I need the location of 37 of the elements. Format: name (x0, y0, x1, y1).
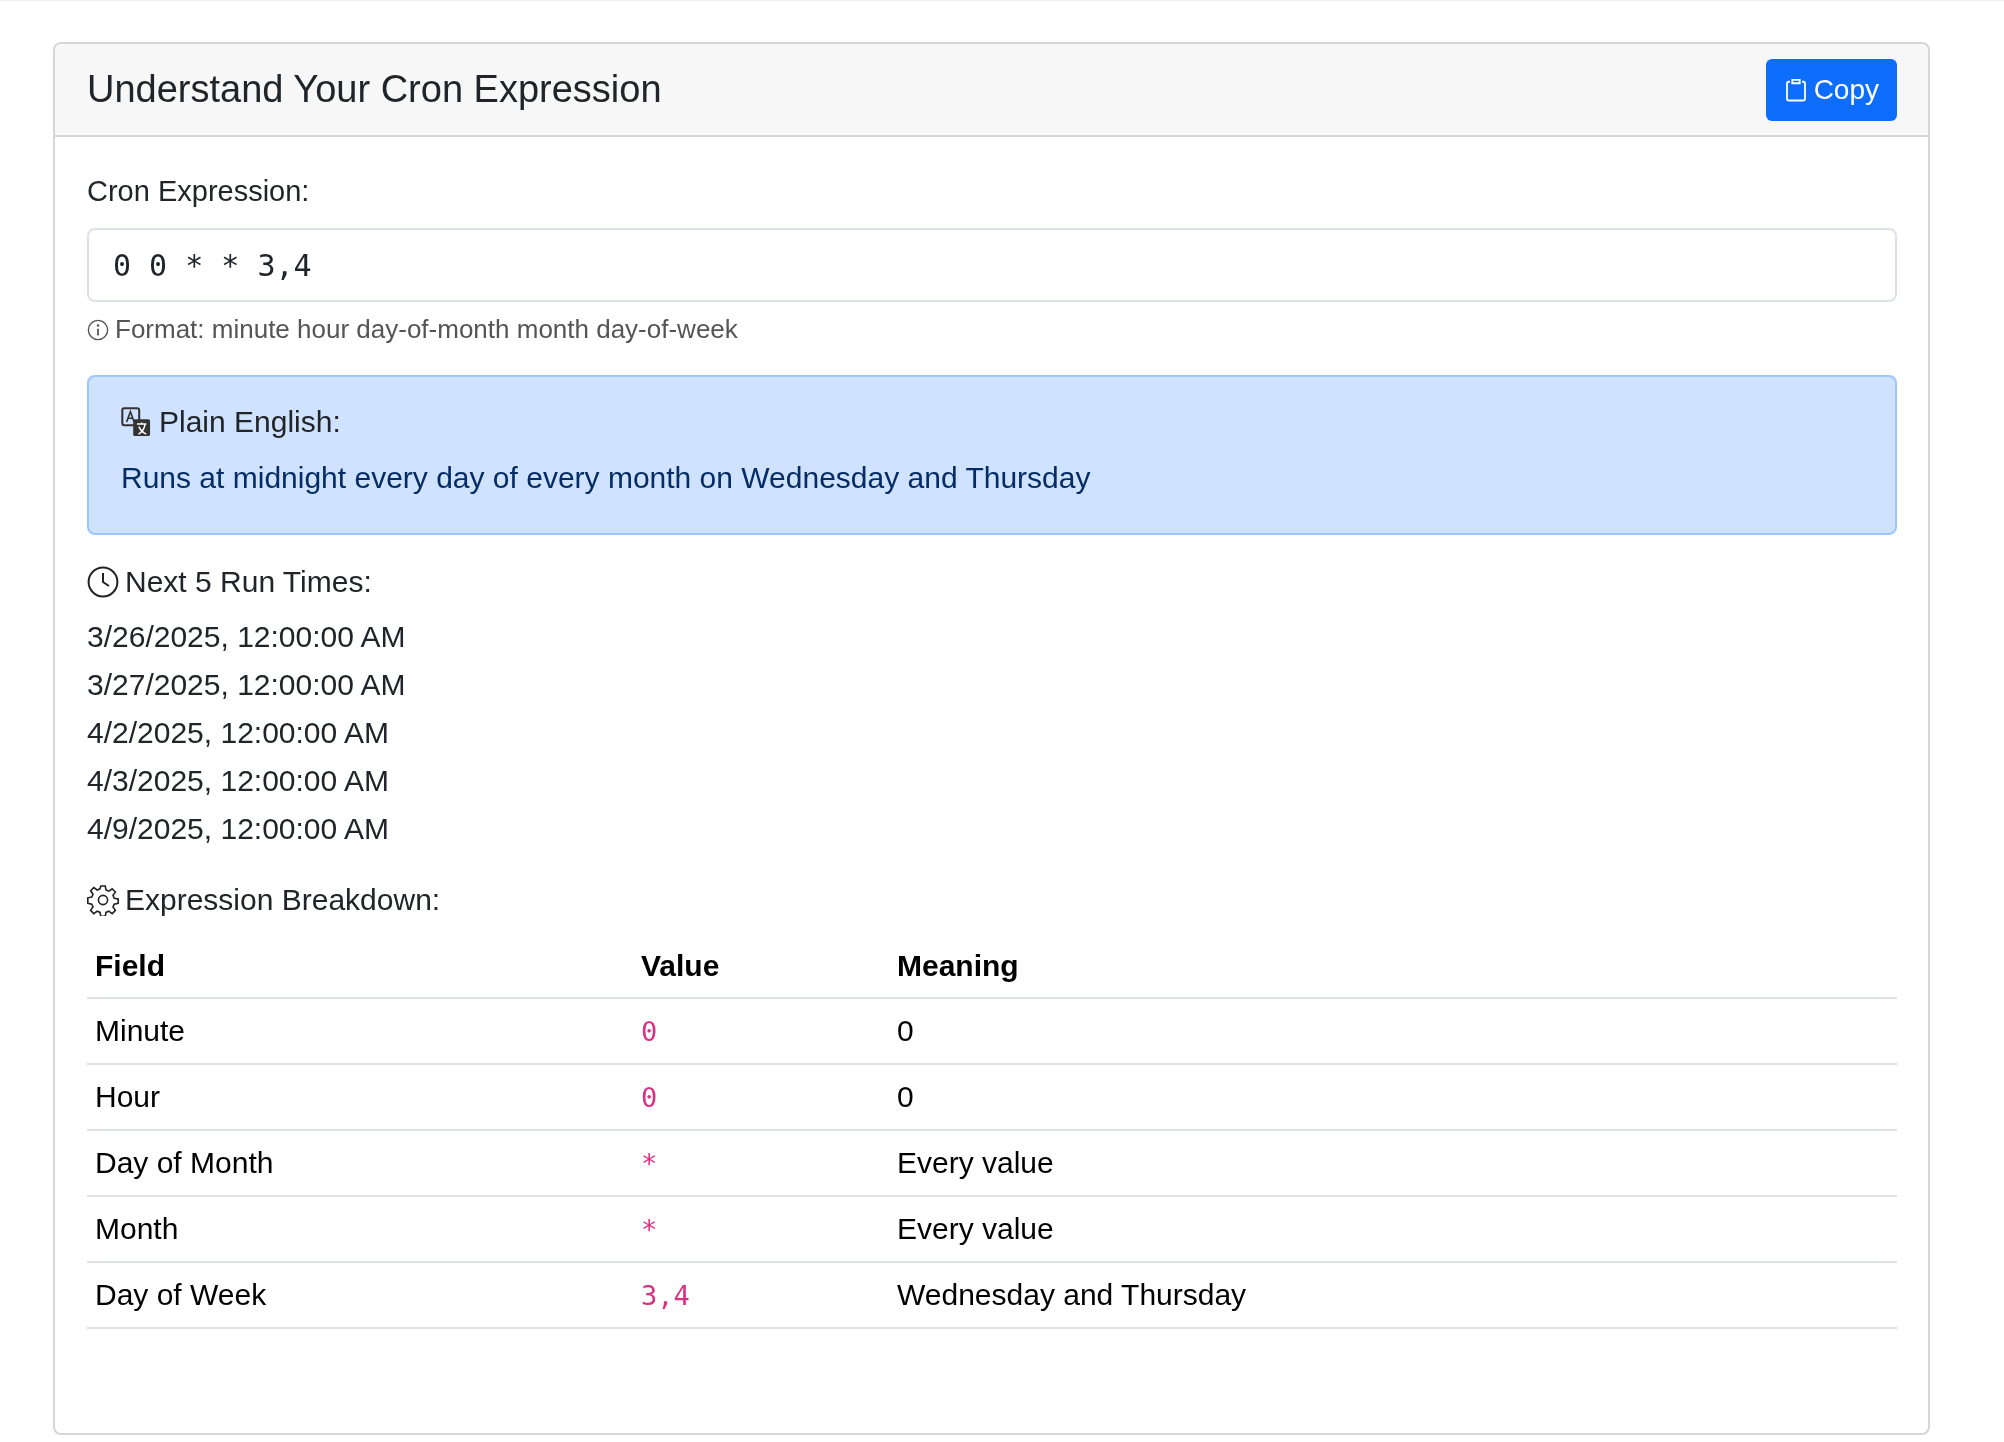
table-cell: 0 (889, 998, 1897, 1064)
column-header: Meaning (889, 935, 1897, 998)
translate-icon (121, 407, 151, 437)
table-cell: Month (87, 1196, 633, 1262)
table-cell: Hour (87, 1064, 633, 1130)
clipboard-icon (1783, 76, 1808, 103)
section-heading: Expression Breakdown: (125, 883, 441, 917)
field-label: Cron Expression: (87, 175, 311, 208)
run-time: 4/2/2025, 12:00:00 AM (87, 715, 390, 751)
panel-heading: Plain English: (159, 405, 341, 439)
info-icon (87, 318, 109, 341)
table-cell: Minute (87, 998, 633, 1064)
cron-value: * (641, 1148, 658, 1179)
table-cell: Every value (889, 1130, 1897, 1196)
gear-icon (87, 884, 119, 916)
run-time: 3/26/2025, 12:00:00 AM (87, 619, 407, 655)
format-hint: Format: minute hour day-of-month month day-of-week (115, 314, 738, 345)
cron-value: 0 (641, 1082, 658, 1113)
run-time: 4/9/2025, 12:00:00 AM (87, 811, 390, 847)
column-header: Value (633, 935, 889, 998)
expression-input[interactable]: 0 0 * * 3,4 (87, 228, 1897, 302)
column-header: Field (87, 935, 633, 998)
table-cell: Wednesday and Thursday (889, 1262, 1897, 1328)
run-time: 3/27/2025, 12:00:00 AM (87, 667, 407, 703)
cron-value: 0 (641, 1016, 658, 1047)
table-cell: 0 (889, 1064, 1897, 1130)
run-time: 4/3/2025, 12:00:00 AM (87, 763, 390, 799)
table-cell: Day of Month (87, 1130, 633, 1196)
plain-english-text: Runs at midnight every day of every month on Wednesday and Thursday (121, 461, 1092, 495)
section-heading: Next 5 Run Times: (125, 565, 372, 599)
clock-icon (87, 566, 119, 598)
card-title: Understand Your Cron Expression (87, 68, 662, 111)
cron-value: 3,4 (641, 1280, 690, 1311)
table-cell: Day of Week (87, 1262, 633, 1328)
table-cell: Every value (889, 1196, 1897, 1262)
copy-button[interactable]: Copy (1765, 58, 1897, 121)
cron-value: * (641, 1214, 658, 1245)
